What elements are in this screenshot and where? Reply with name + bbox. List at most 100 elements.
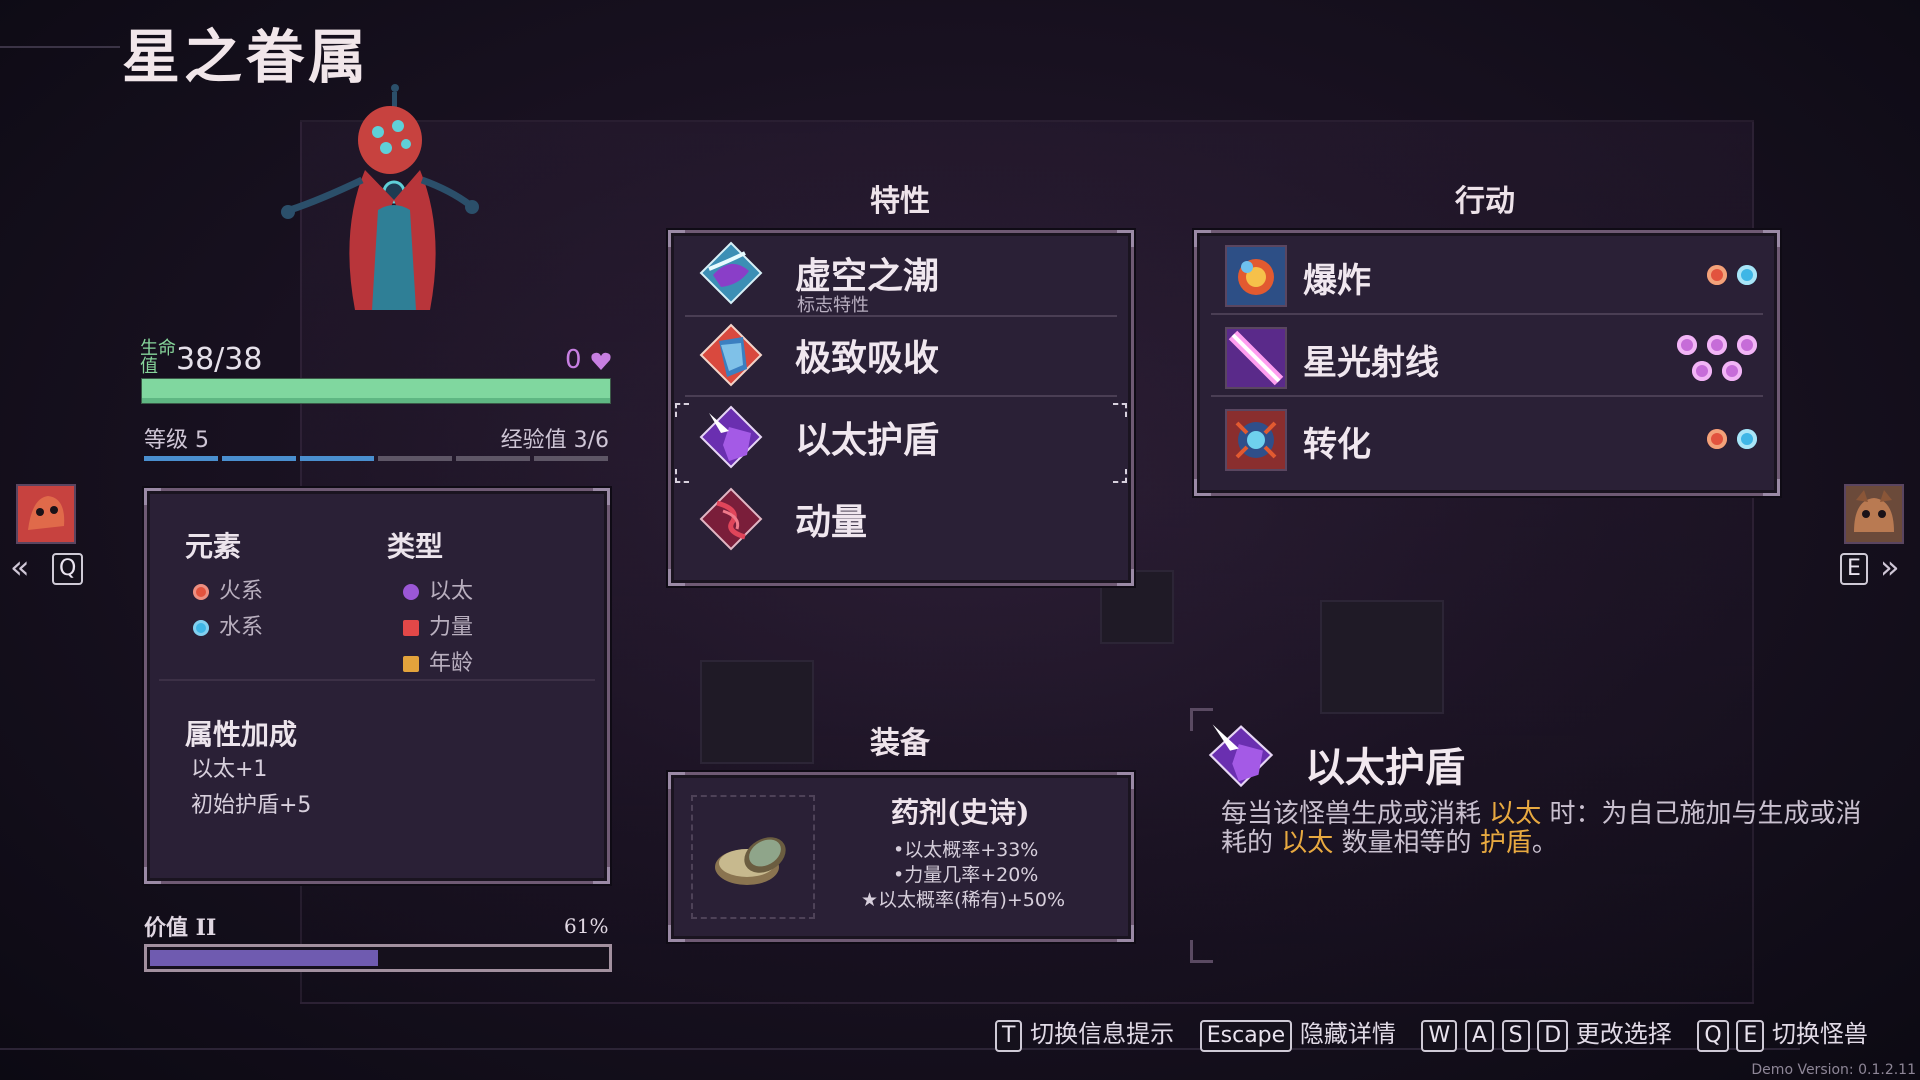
monster-sprite [281,84,479,310]
fire-cost-icon [1707,429,1727,449]
bonus-item: 以太+1 [191,757,268,782]
trait-name: 动量 [795,502,868,543]
explosion-icon [1225,245,1287,307]
action-row[interactable]: 星光射线 [1197,315,1777,395]
key-q: Q [52,553,84,585]
value-bar-fill [150,950,378,966]
switch-hint: 切换怪兽 [1771,1020,1868,1048]
value-label: 价值 II [144,915,217,941]
value-bar [144,944,612,972]
traits-panel: 虚空之潮 标志特性 极致吸收 以太护盾 动量 [668,230,1134,586]
type-name: 年龄 [429,651,474,676]
detail-corner [1190,940,1213,963]
aether-shield-detail-icon [1208,724,1274,788]
next-arrow-icon[interactable]: » [1880,551,1900,583]
actions-header: 行动 [1455,184,1515,219]
selection-bracket [1113,403,1127,417]
background-crate [1320,600,1444,714]
starlight-ray-icon [1225,327,1287,389]
hp-value: 38/38 [176,342,263,377]
shield-count: 0 [565,345,582,375]
keyword-aether: 以太 [1489,799,1542,829]
xp-segment [300,456,374,461]
actions-panel: 爆炸 星光射线 转化 [1194,230,1780,496]
version-label: Demo Version: 0.1.2.11 [1751,1062,1916,1078]
next-monster-portrait[interactable] [1844,484,1904,544]
fire-element-icon [193,584,209,600]
trait-row[interactable]: 虚空之潮 标志特性 [671,233,1131,316]
equipment-header: 装备 [870,726,930,761]
bonus-item: 初始护盾+5 [191,793,312,818]
shield-value: 0 [565,345,612,375]
aether-cost-icon [1692,361,1712,381]
aether-cost-icon [1737,335,1757,355]
key-s[interactable]: S [1501,1020,1530,1052]
power-type-icon [403,620,419,636]
aether-cost-icon [1677,335,1697,355]
element-item: 火系 [193,573,263,605]
key-w[interactable]: W [1421,1020,1458,1052]
background-crate [700,660,814,764]
water-element-icon [193,620,209,636]
void-tide-icon [699,241,763,305]
action-name: 爆炸 [1303,261,1371,301]
action-row[interactable]: 转化 [1197,397,1777,477]
element-name: 火系 [219,579,264,604]
age-type-icon [403,656,419,672]
absorb-icon [699,323,763,387]
trait-row[interactable]: 动量 [671,479,1131,559]
aether-cost-icon [1707,335,1727,355]
xp-text: 经验值 3/6 [500,428,609,453]
element-list: 火系 水系 [193,573,263,645]
title-divider [0,46,120,48]
key-t[interactable]: T [995,1020,1023,1052]
bonus-header: 属性加成 [185,718,298,751]
type-item: 年龄 [403,645,473,677]
prev-key-hint: Q [52,553,84,585]
equipment-panel[interactable]: 药剂(史诗) •以太概率+33% •力量几率+20% ★以太概率(稀有)+50% [668,772,1134,942]
escape-hint: 隐藏详情 [1299,1020,1396,1048]
detail-description: 每当该怪兽生成或消耗 以太 时：为自己施加与生成或消耗的 以太 数量相等的 护盾… [1221,799,1862,858]
type-header: 类型 [387,530,444,563]
type-item: 以太 [403,573,473,605]
action-row[interactable]: 爆炸 [1197,233,1777,313]
hp-label: 生命值 [140,338,176,377]
next-key-hint: E [1840,553,1868,585]
footer-hints: T 切换信息提示 Escape 隐藏详情 W A S D 更改选择 Q E 切换… [995,1014,1868,1052]
equipment-name: 药剂(史诗) [891,796,1030,829]
xp-segment [456,456,530,461]
element-header: 元素 [185,530,242,563]
xp-segment [144,456,218,461]
trait-name: 以太护盾 [795,420,940,461]
element-item: 水系 [193,609,263,641]
keyword-shield: 护盾 [1479,828,1532,858]
element-name: 水系 [219,615,264,640]
key-a[interactable]: A [1464,1020,1494,1052]
action-name: 转化 [1303,425,1371,465]
trait-name: 极致吸收 [795,338,940,379]
key-d[interactable]: D [1537,1020,1569,1052]
equipment-stat: •以太概率+33% [893,839,1039,861]
info-panel: 元素 火系 水系 类型 以太 力量 年龄 属性加成 以太+1 初始护盾+5 [144,488,610,884]
key-e: E [1840,553,1868,585]
transform-icon [1225,409,1287,471]
toggle-hint: 切换信息提示 [1030,1020,1175,1048]
aether-cost-icon [1722,361,1742,381]
water-cost-icon [1737,265,1757,285]
key-q[interactable]: Q [1697,1020,1729,1052]
trait-row[interactable]: 极致吸收 [671,315,1131,395]
equipment-stat: •力量几率+20% [893,864,1039,886]
xp-segment [222,456,296,461]
selection-bracket [675,403,689,417]
prev-monster-portrait[interactable] [16,484,76,544]
move-hint: 更改选择 [1575,1020,1672,1048]
key-escape[interactable]: Escape [1199,1020,1293,1052]
detail-title: 以太护盾 [1305,744,1465,791]
hp-bar [141,378,611,404]
trait-row-selected[interactable]: 以太护盾 [671,397,1131,477]
water-cost-icon [1737,429,1757,449]
xp-segment [378,456,452,461]
level-text: 等级 5 [144,428,209,453]
key-e[interactable]: E [1736,1020,1765,1052]
prev-arrow-icon[interactable]: « [10,551,30,583]
